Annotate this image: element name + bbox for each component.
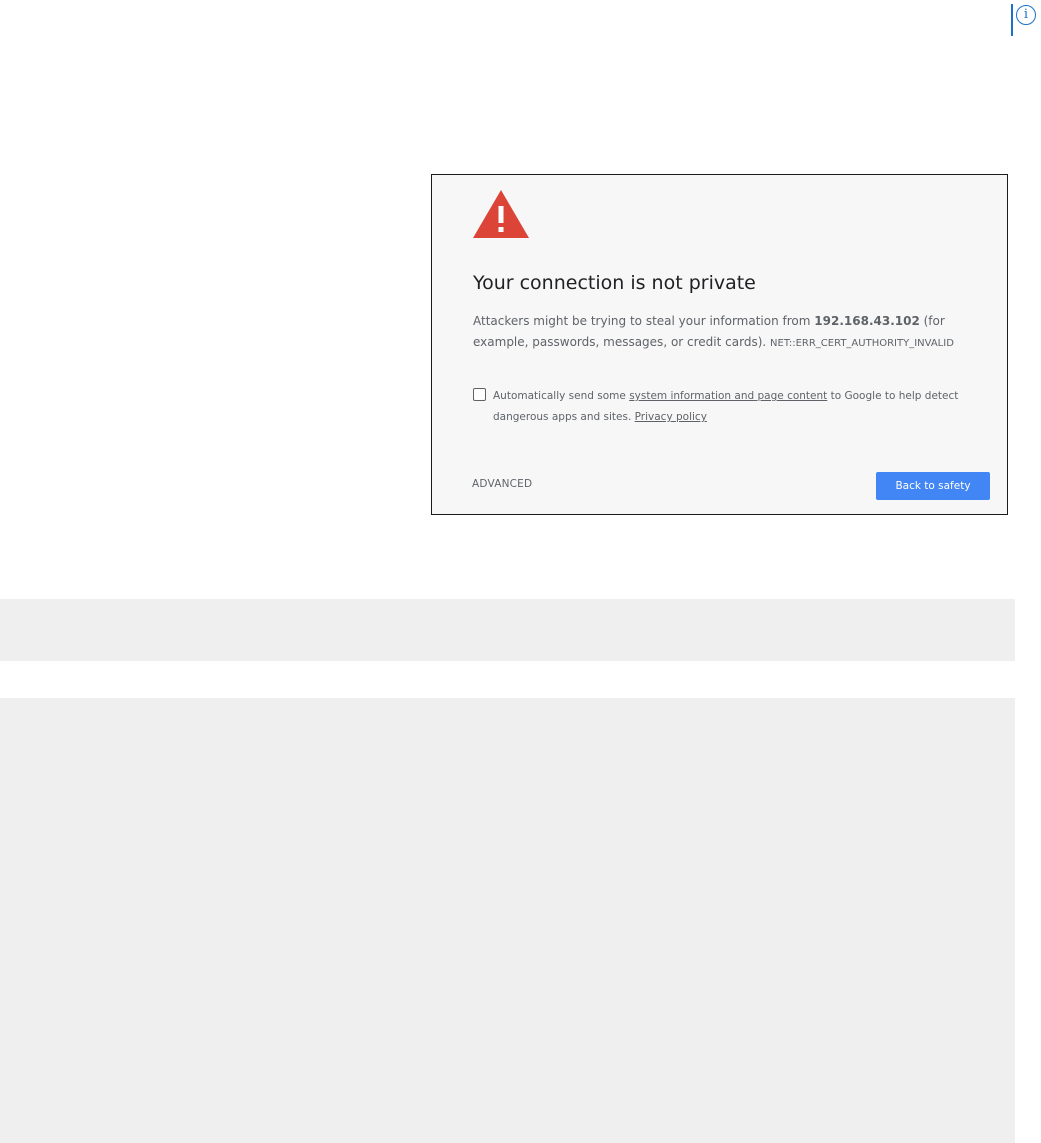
system-info-link[interactable]: system information and page content bbox=[629, 390, 827, 402]
error-code[interactable]: NET::ERR_CERT_AUTHORITY_INVALID bbox=[770, 338, 954, 349]
warning-explanation: Attackers might be trying to steal your … bbox=[473, 311, 993, 354]
optin-prefix: Automatically send some bbox=[493, 390, 630, 402]
grey-panel-top bbox=[0, 599, 1015, 661]
explanation-prefix: Attackers might be trying to steal your … bbox=[473, 314, 815, 328]
grey-panel-bottom bbox=[0, 698, 1015, 1143]
info-icon[interactable]: i bbox=[1016, 5, 1036, 25]
advanced-button[interactable]: ADVANCED bbox=[472, 478, 532, 490]
info-marker-bar bbox=[1011, 4, 1013, 36]
back-to-safety-button[interactable]: Back to safety bbox=[876, 472, 990, 500]
connection-warning-screenshot: Your connection is not private Attackers… bbox=[431, 174, 1008, 515]
warning-triangle-icon bbox=[473, 190, 529, 238]
info-marker: i bbox=[1011, 4, 1041, 36]
report-checkbox[interactable] bbox=[473, 388, 486, 401]
page-heading: Your connection is not private bbox=[473, 272, 756, 294]
privacy-policy-link[interactable]: Privacy policy bbox=[635, 411, 707, 423]
host-address: 192.168.43.102 bbox=[814, 314, 920, 328]
optin-label: Automatically send some system informati… bbox=[493, 386, 973, 428]
optin-row: Automatically send some system informati… bbox=[473, 386, 973, 428]
